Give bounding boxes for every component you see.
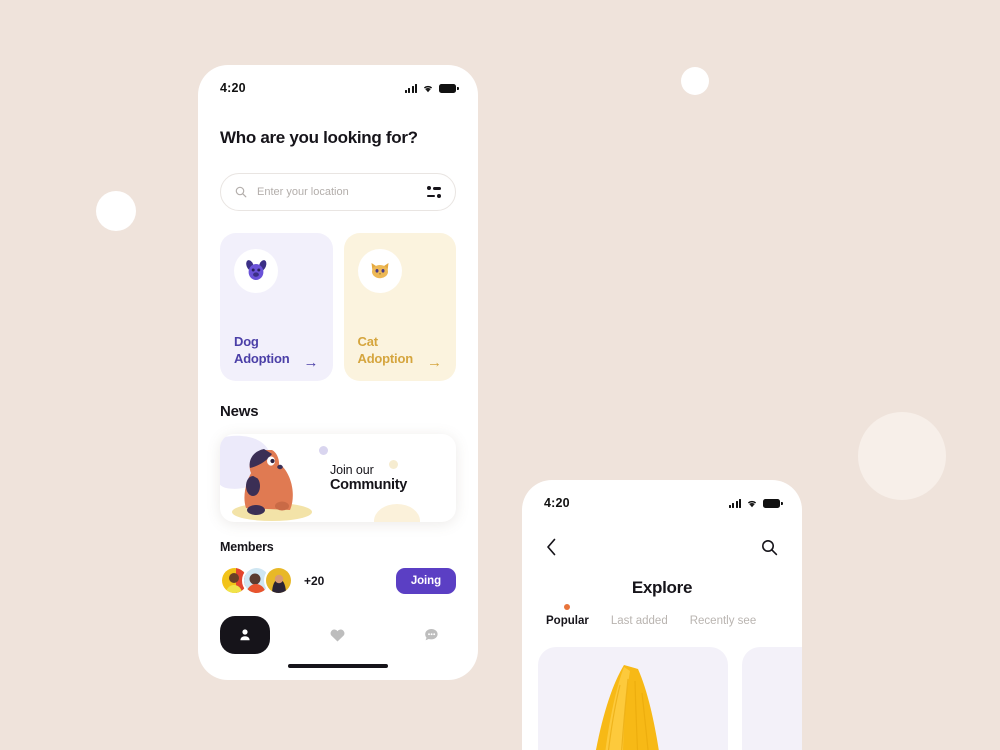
status-bar: 4:20 <box>198 65 478 95</box>
news-section-title: News <box>220 403 259 420</box>
search-input[interactable]: Enter your location <box>220 173 456 211</box>
nav-item-messages[interactable] <box>406 616 456 654</box>
member-avatar-3[interactable] <box>264 566 293 595</box>
decorative-circle-small <box>681 67 709 95</box>
tab-active-dot <box>564 604 571 610</box>
status-icons <box>404 83 459 93</box>
status-time-explore: 4:20 <box>544 496 570 510</box>
filter-sliders-icon[interactable] <box>427 186 441 198</box>
decorative-dot-yellow <box>389 460 398 469</box>
battery-icon <box>763 498 783 508</box>
news-card-line2: Community <box>330 477 408 493</box>
tab-popular[interactable]: Popular <box>546 604 589 627</box>
dog-face-icon <box>234 249 278 293</box>
tab-popular-label: Popular <box>546 615 589 627</box>
tab-recently-seen[interactable]: Recently see <box>690 615 756 627</box>
home-indicator <box>288 664 388 668</box>
search-icon[interactable] <box>761 539 778 556</box>
search-placeholder: Enter your location <box>257 186 349 198</box>
explore-card-2[interactable] <box>742 647 802 750</box>
decorative-circle-large <box>858 412 946 500</box>
yellow-fluffy-pet-photo <box>595 665 659 750</box>
nav-item-favorites[interactable] <box>313 616 363 654</box>
explore-page-title: Explore <box>631 578 693 597</box>
category-label-dog-line1: Dog <box>234 333 259 349</box>
member-avatar-group[interactable] <box>220 566 293 595</box>
news-card-community[interactable]: Join our Community <box>220 434 456 522</box>
phone-explore-screen: 4:20 Explore Popular Last added Recently… <box>522 480 802 750</box>
join-button[interactable]: Joing <box>395 567 456 594</box>
status-bar-explore: 4:20 <box>522 480 802 510</box>
app-mockup-canvas: 4:20 Who are you looking for? Enter your… <box>0 0 1000 750</box>
chevron-left-icon[interactable] <box>546 538 557 556</box>
member-extra-count: +20 <box>304 573 325 588</box>
wifi-icon <box>747 500 757 507</box>
wifi-icon <box>423 85 433 92</box>
decorative-circle-medium <box>96 191 136 231</box>
explore-card-list <box>522 627 802 750</box>
bottom-navigation <box>198 602 478 680</box>
signal-bars-icon <box>728 498 741 508</box>
members-section-title: Members <box>220 540 274 554</box>
page-title: Who are you looking for? <box>220 128 418 147</box>
explore-top-bar <box>522 510 802 556</box>
category-label-cat-line1: Cat <box>357 333 379 349</box>
category-card-cat[interactable]: Cat Adoption → <box>343 233 456 381</box>
heart-icon <box>331 629 345 642</box>
members-row: +20 Joing <box>198 554 478 595</box>
status-time: 4:20 <box>220 81 246 95</box>
category-card-dog[interactable]: Dog Adoption → <box>220 233 333 381</box>
decorative-dot-purple <box>319 446 328 455</box>
battery-icon <box>439 83 459 93</box>
arrow-right-icon-cat[interactable]: → <box>427 355 442 370</box>
explore-card-1[interactable] <box>538 647 728 750</box>
status-icons-explore <box>728 498 783 508</box>
nav-item-profile[interactable] <box>219 616 270 654</box>
phone-home-screen: 4:20 Who are you looking for? Enter your… <box>198 65 478 680</box>
adoption-category-row: Dog Adoption → Cat Adoption → <box>198 211 478 381</box>
person-icon <box>240 629 250 641</box>
search-icon <box>235 186 247 198</box>
explore-tabs: Popular Last added Recently see <box>522 598 802 627</box>
cat-face-icon <box>357 249 402 293</box>
signal-bars-icon <box>404 83 417 93</box>
chat-bubble-icon <box>425 629 438 641</box>
tab-last-added[interactable]: Last added <box>611 615 668 627</box>
decorative-blob-yellow <box>374 504 420 522</box>
sitting-dog-illustration <box>220 434 324 522</box>
arrow-right-icon-dog[interactable]: → <box>304 355 319 370</box>
